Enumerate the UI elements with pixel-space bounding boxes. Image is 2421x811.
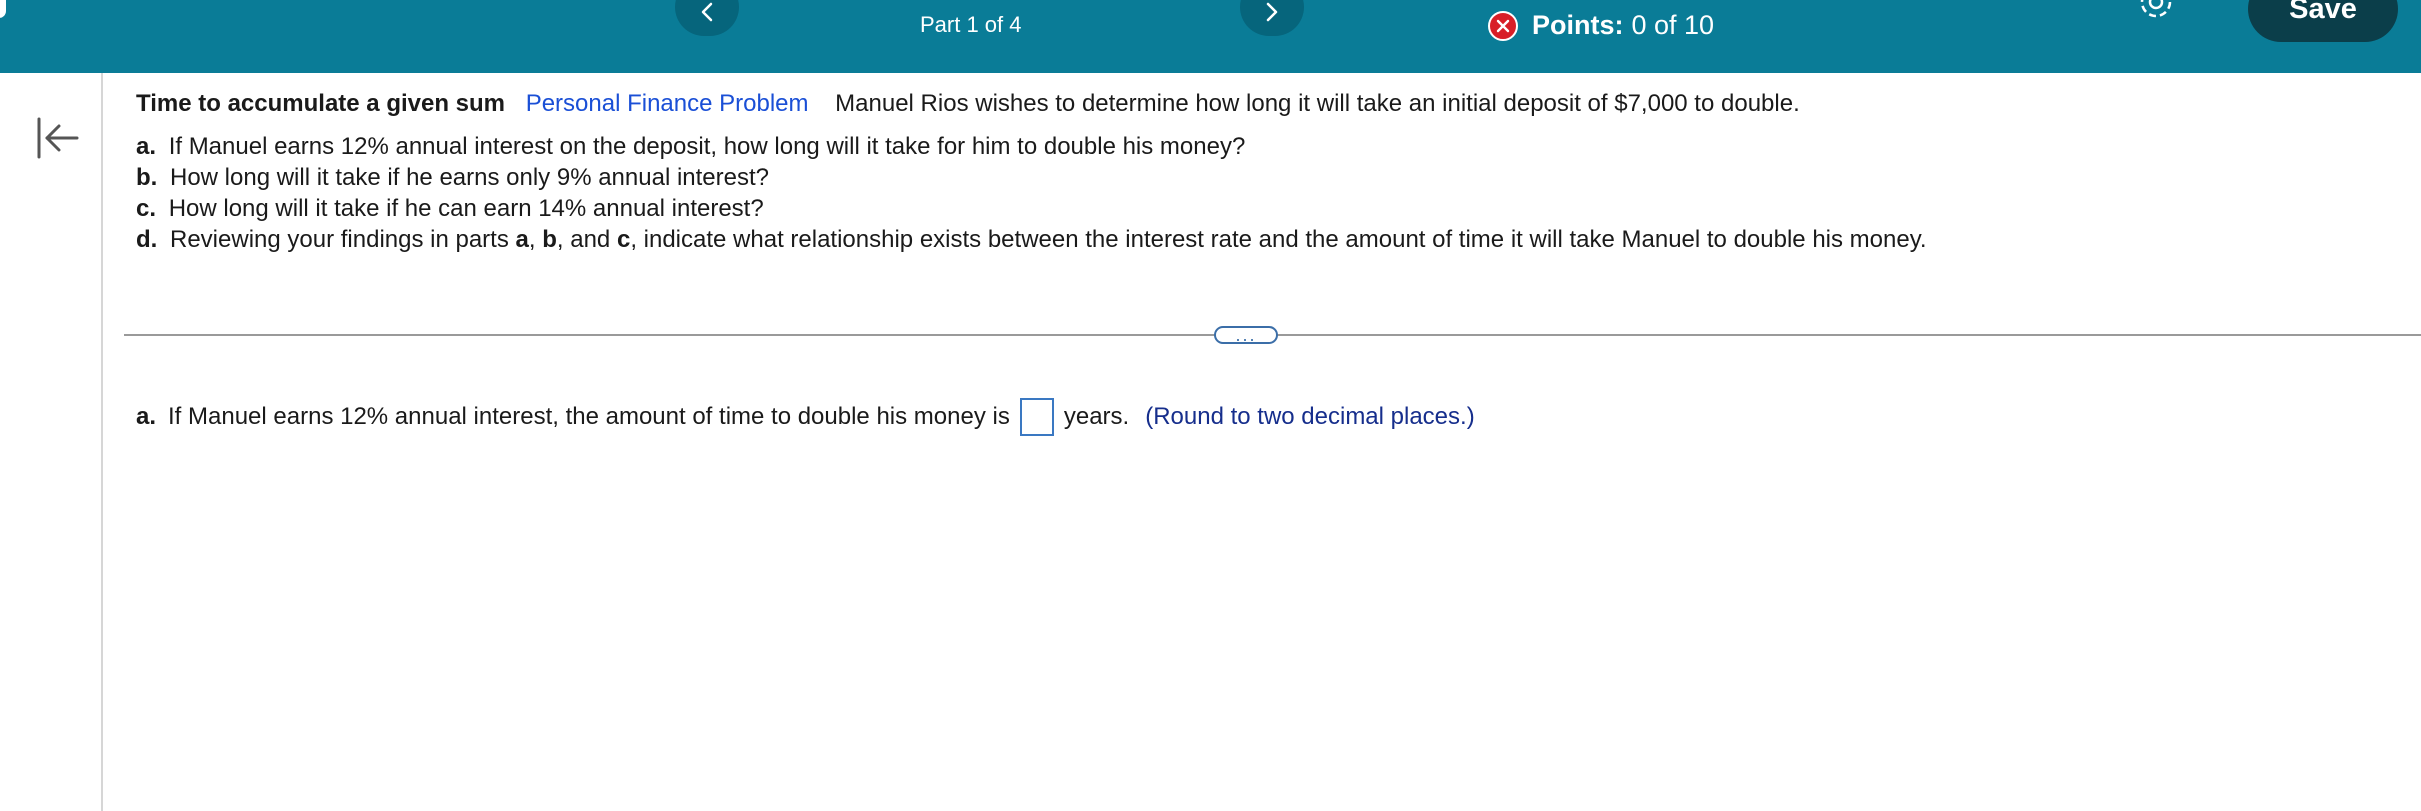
close-circle-icon [1488,10,1518,41]
points-value: 0 of 10 [1631,10,1715,40]
question-text: Reviewing your findings in parts [170,226,509,253]
question-label: c. [136,195,157,222]
answer-section: a. If Manuel earns 12% annual interest, … [136,398,1475,436]
chevron-right-icon [1266,2,1278,22]
collapse-panel-button[interactable] [34,115,80,161]
question-d: d. Reviewing your findings in parts a, b… [136,224,2376,255]
part-ref-a: a [515,226,529,253]
question-a: a. If Manuel earns 12% annual interest o… [136,131,2376,162]
points-display: Points: 0 of 10 [1488,10,1714,41]
question-c: c. How long will it take if he can earn … [136,193,2376,224]
question-label: a. [136,133,157,160]
expand-more-button[interactable]: ... [1214,326,1278,344]
collapse-left-icon [37,117,79,159]
previous-question-button[interactable] [675,0,739,36]
problem-statement: Manuel Rios wishes to determine how long… [835,90,1800,117]
settings-button[interactable] [2134,0,2178,28]
answer-input[interactable] [1019,398,1054,436]
part-indicator: Part 1 of 4 [920,12,1022,37]
points-label: Points: [1532,10,1624,40]
question-b: b. How long will it take if he earns onl… [136,162,2376,193]
save-button[interactable]: Save [2248,0,2398,42]
rounding-hint: (Round to two decimal places.) [1145,403,1475,430]
next-question-button[interactable] [1240,0,1304,36]
problem-category: Personal Finance Problem [525,90,809,117]
chevron-left-icon [701,2,713,22]
separator: , [528,226,536,253]
question-text: If Manuel earns 12% annual interest on t… [168,133,1246,160]
problem-title: Time to accumulate a given sum [136,90,506,117]
part-ref-c: c [616,226,631,253]
answer-prompt: If Manuel earns 12% annual interest, the… [168,403,1010,430]
question-label: b. [136,164,158,191]
question-label: d. [136,226,158,253]
gear-icon [2140,0,2172,18]
answer-unit: years. [1063,403,1130,430]
question-text: How long will it take if he can earn 14%… [168,195,764,222]
separator: , and [556,226,611,253]
part-ref-b: b [542,226,557,253]
problem-content: Time to accumulate a given sum Personal … [136,88,2376,255]
question-text: , indicate what relationship exists betw… [630,226,1927,253]
question-list: a. If Manuel earns 12% annual interest o… [136,131,2376,255]
question-text: How long will it take if he earns only 9… [170,164,769,191]
problem-intro: Time to accumulate a given sum Personal … [136,88,2376,119]
edge-indicator [0,0,6,18]
top-bar: Part 1 of 4 Points: 0 of 10 Save [0,0,2421,73]
left-rail [0,73,103,811]
answer-label: a. [136,403,157,430]
